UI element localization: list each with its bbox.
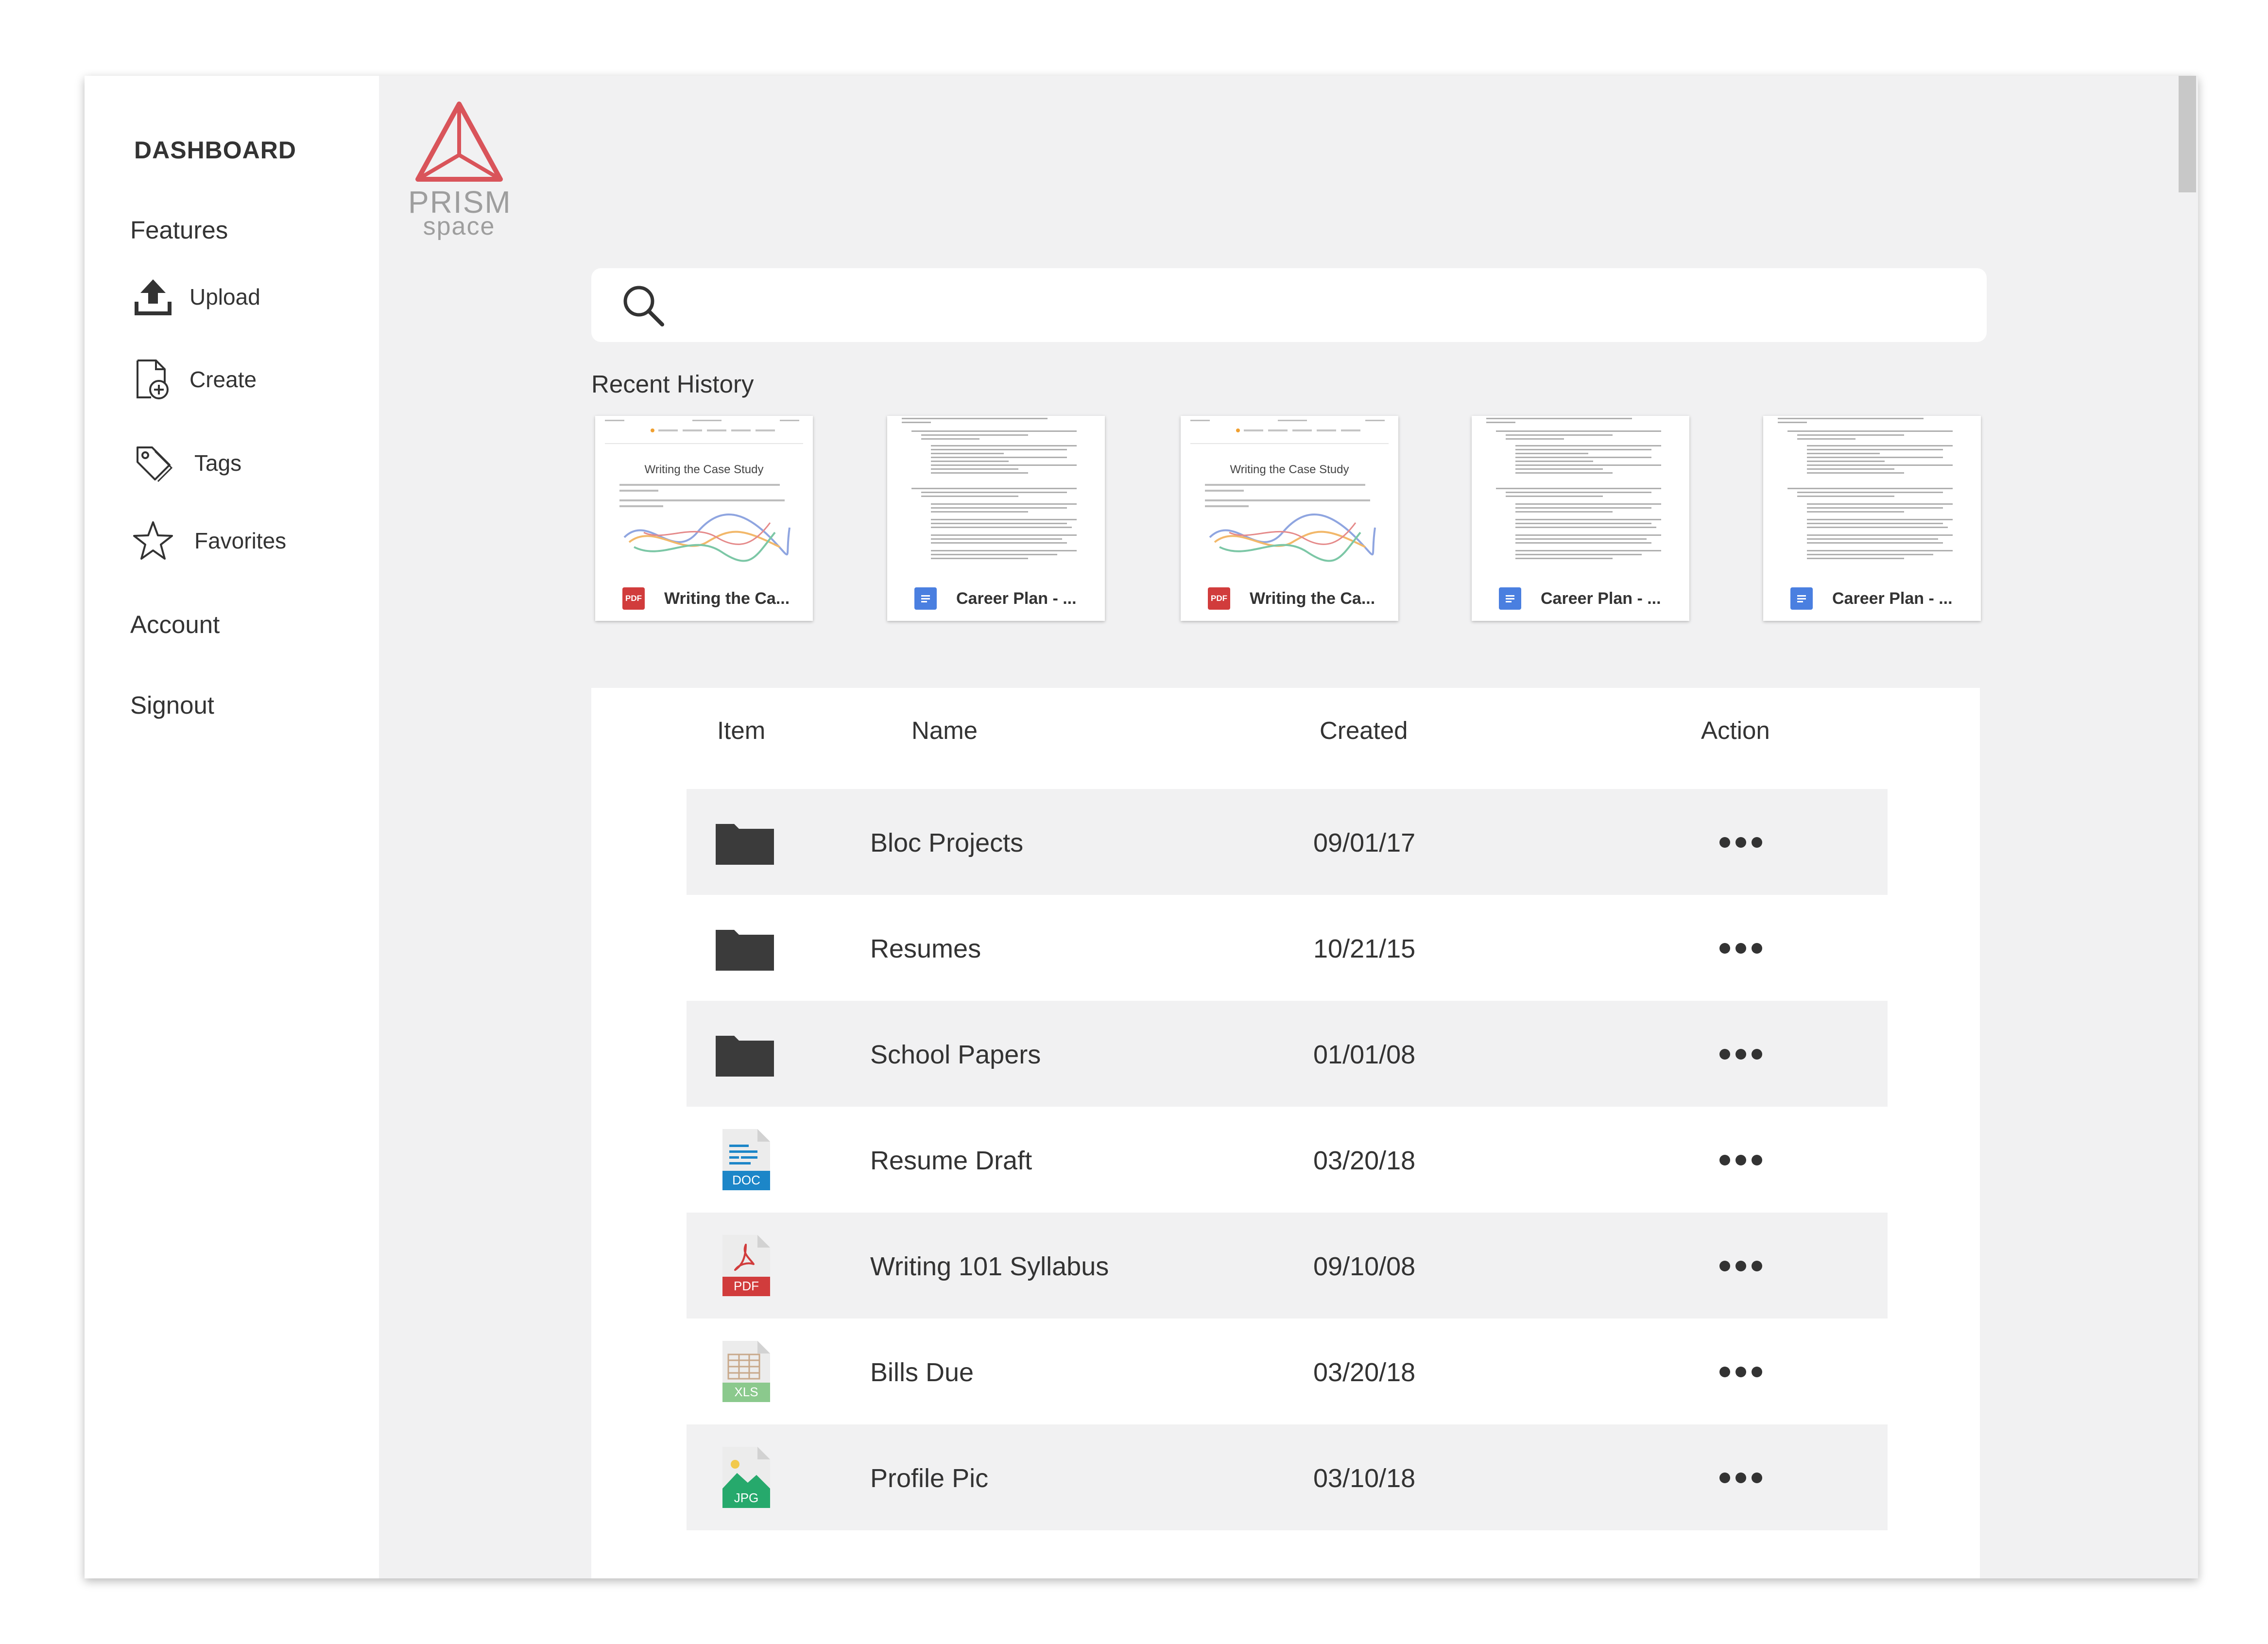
pdf-file-icon: PDF xyxy=(1208,587,1230,610)
google-doc-icon xyxy=(1790,587,1813,610)
recent-item-name: Career Plan - ... xyxy=(956,589,1077,608)
row-created: 10/21/15 xyxy=(1313,934,1416,963)
recent-item[interactable]: Career Plan - ... xyxy=(1472,416,1689,621)
xls-file-icon: XLS xyxy=(714,1340,777,1403)
sidebar-item-label: Favorites xyxy=(194,528,287,553)
sidebar-item-label: Tags xyxy=(194,450,242,476)
document-preview: Writing the Case Study xyxy=(1190,420,1389,562)
preview-title: Writing the Case Study xyxy=(1230,463,1349,476)
search-bar[interactable] xyxy=(591,268,1987,342)
row-name: Bloc Projects xyxy=(870,828,1024,857)
document-preview xyxy=(1486,418,1661,559)
file-badge: JPG xyxy=(734,1490,759,1505)
row-name: Resume Draft xyxy=(870,1146,1032,1175)
create-file-icon xyxy=(126,353,180,406)
sidebar-item-favorites[interactable]: Favorites xyxy=(126,514,360,567)
row-created: 09/01/17 xyxy=(1313,828,1416,857)
recent-item[interactable]: Writing the Case Study PDF Writing the C… xyxy=(1181,416,1398,621)
row-created: 01/01/08 xyxy=(1313,1040,1416,1069)
file-badge: DOC xyxy=(732,1173,760,1187)
table-row[interactable]: School Papers 01/01/08 xyxy=(687,1001,1888,1107)
document-preview: Writing the Case Study xyxy=(605,420,803,562)
sidebar-title[interactable]: DASHBOARD xyxy=(134,136,296,164)
sidebar: DASHBOARD Features Upload Create Tags Fa… xyxy=(85,76,379,1578)
table-row[interactable]: PDF Writing 101 Syllabus 09/10/08 xyxy=(687,1213,1888,1319)
column-header-item[interactable]: Item xyxy=(717,716,765,745)
table-row[interactable]: XLS Bills Due 03/20/18 xyxy=(687,1319,1888,1424)
recent-item-footer: PDF Writing the Ca... xyxy=(1181,576,1398,621)
recent-item-name: Career Plan - ... xyxy=(1832,589,1953,608)
recent-item-footer: Career Plan - ... xyxy=(1472,576,1689,621)
row-name: Writing 101 Syllabus xyxy=(870,1252,1109,1281)
recent-item-footer: Career Plan - ... xyxy=(887,576,1105,621)
file-table: Item Name Created Action Bloc Projects 0… xyxy=(591,688,1980,1578)
recent-item-footer: PDF Writing the Ca... xyxy=(595,576,813,621)
more-actions-icon[interactable] xyxy=(1712,924,1770,973)
scrollbar-thumb[interactable] xyxy=(2179,76,2196,192)
upload-icon xyxy=(126,270,180,324)
google-doc-icon xyxy=(1499,587,1521,610)
recent-item-name: Writing the Ca... xyxy=(1250,589,1375,608)
file-badge: XLS xyxy=(734,1385,758,1399)
document-preview xyxy=(1778,418,1953,559)
sidebar-item-tags[interactable]: Tags xyxy=(126,436,360,490)
jpg-file-icon: JPG xyxy=(714,1446,777,1509)
recent-item-name: Career Plan - ... xyxy=(1541,589,1661,608)
table-row[interactable]: Bloc Projects 09/01/17 xyxy=(687,789,1888,895)
table-row[interactable]: Resumes 10/21/15 xyxy=(687,895,1888,1001)
more-actions-icon[interactable] xyxy=(1712,818,1770,867)
tag-icon xyxy=(126,436,180,490)
table-row[interactable]: DOC Resume Draft 03/20/18 xyxy=(687,1107,1888,1213)
row-name: School Papers xyxy=(870,1040,1041,1069)
sidebar-item-label: Create xyxy=(189,367,257,392)
more-actions-icon[interactable] xyxy=(1712,1136,1770,1184)
star-icon xyxy=(126,514,180,567)
recent-item-footer: Career Plan - ... xyxy=(1763,576,1981,621)
sidebar-item-label: Upload xyxy=(189,284,260,309)
row-name: Profile Pic xyxy=(870,1464,989,1493)
recent-item[interactable]: Career Plan - ... xyxy=(887,416,1105,621)
folder-icon xyxy=(714,1022,777,1085)
search-input[interactable] xyxy=(688,283,1954,328)
row-name: Bills Due xyxy=(870,1358,974,1387)
app-window: DASHBOARD Features Upload Create Tags Fa… xyxy=(85,76,2198,1578)
more-actions-icon[interactable] xyxy=(1712,1030,1770,1079)
prism-space-logo[interactable]: PRISM space xyxy=(408,99,511,245)
document-preview xyxy=(902,418,1077,559)
recent-history-title: Recent History xyxy=(591,370,754,398)
row-created: 09/10/08 xyxy=(1313,1252,1416,1281)
features-heading: Features xyxy=(130,216,228,244)
logo-subtext: space xyxy=(423,212,496,240)
signout-link[interactable]: Signout xyxy=(130,691,214,719)
row-name: Resumes xyxy=(870,934,981,963)
column-header-name[interactable]: Name xyxy=(911,716,978,745)
recent-item[interactable]: Career Plan - ... xyxy=(1763,416,1981,621)
row-created: 03/10/18 xyxy=(1313,1464,1416,1493)
row-created: 03/20/18 xyxy=(1313,1146,1416,1175)
preview-title: Writing the Case Study xyxy=(644,463,763,476)
column-header-created[interactable]: Created xyxy=(1320,716,1408,745)
row-created: 03/20/18 xyxy=(1313,1358,1416,1387)
google-doc-icon xyxy=(914,587,937,610)
main-content: PRISM space Recent History Writing the C… xyxy=(379,76,2198,1578)
scrollbar[interactable] xyxy=(2179,76,2198,1578)
folder-icon xyxy=(714,810,777,873)
pdf-file-icon: PDF xyxy=(622,587,645,610)
pdf-file-icon: PDF xyxy=(714,1234,777,1297)
file-badge: PDF xyxy=(734,1279,759,1293)
table-row[interactable]: JPG Profile Pic 03/10/18 xyxy=(687,1424,1888,1530)
prism-logo-icon xyxy=(415,102,503,182)
column-header-action[interactable]: Action xyxy=(1701,716,1770,745)
more-actions-icon[interactable] xyxy=(1712,1348,1770,1396)
account-link[interactable]: Account xyxy=(130,610,220,639)
folder-icon xyxy=(714,916,777,979)
doc-file-icon: DOC xyxy=(714,1128,777,1191)
sidebar-item-upload[interactable]: Upload xyxy=(126,270,360,324)
sidebar-item-create[interactable]: Create xyxy=(126,353,360,406)
recent-item[interactable]: Writing the Case Study PDF Writing the C… xyxy=(595,416,813,621)
more-actions-icon[interactable] xyxy=(1712,1454,1770,1502)
recent-item-name: Writing the Ca... xyxy=(664,589,790,608)
more-actions-icon[interactable] xyxy=(1712,1242,1770,1290)
search-icon[interactable] xyxy=(620,283,667,329)
